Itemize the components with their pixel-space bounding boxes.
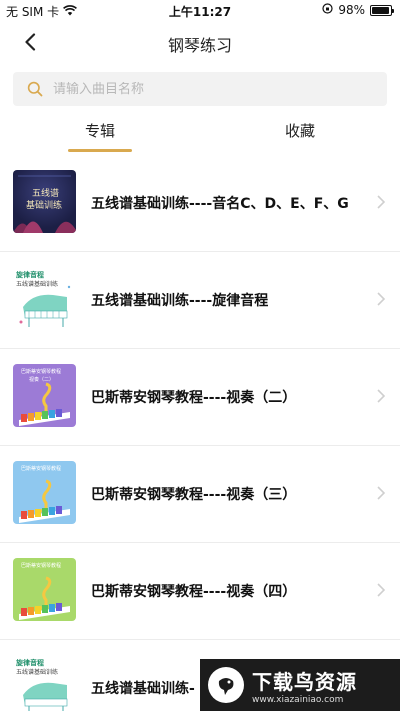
album-title: 巴斯蒂安钢琴教程----视奏（三） xyxy=(91,487,297,503)
album-cover: 巴斯蒂安钢琴教程 xyxy=(13,558,76,621)
album-title: 五线谱基础训练----音名C、D、E、F、G xyxy=(91,196,349,212)
list-item[interactable]: 巴斯蒂安钢琴教程 巴斯蒂安钢琴教程----视奏（四） xyxy=(0,543,400,640)
tab-bar: 专辑 收藏 xyxy=(0,112,400,156)
album-title: 巴斯蒂安钢琴教程----视奏（四） xyxy=(91,584,297,600)
watermark-url: www.xiazainiao.com xyxy=(252,694,344,705)
album-cover: 巴斯蒂安钢琴教程 xyxy=(13,461,76,524)
battery-icon xyxy=(370,4,394,16)
cover-text: 基础训练 xyxy=(26,201,63,211)
list-item[interactable]: 巴斯蒂安钢琴教程 巴斯蒂安钢琴教程----视奏（三） xyxy=(0,446,400,543)
chevron-right-icon xyxy=(377,292,386,306)
watermark-banner: 下载鸟资源 www.xiazainiao.com xyxy=(200,659,400,711)
album-title: 五线谱基础训练----旋律音程 xyxy=(91,293,269,309)
list-item[interactable]: 旋律音程 五线谱基础训练 五线谱基础训练----旋律音程 xyxy=(0,252,400,349)
status-right: 98% xyxy=(322,3,394,17)
tab-album[interactable]: 专辑 xyxy=(85,120,115,141)
status-bar: 无 SIM 卡 上午11:27 98% xyxy=(0,0,400,20)
chevron-right-icon xyxy=(377,583,386,597)
chevron-right-icon xyxy=(377,195,386,209)
nav-bar: 钢琴练习 xyxy=(0,20,400,64)
page-title: 钢琴练习 xyxy=(167,36,232,55)
album-cover: 五线谱 基础训练 xyxy=(13,170,76,233)
tab-favorites[interactable]: 收藏 xyxy=(285,120,315,141)
search-input[interactable] xyxy=(53,81,353,97)
watermark-main: 下载鸟资源 xyxy=(252,669,357,694)
album-cover: 旋律音程 五线谱基础训练 xyxy=(13,655,76,711)
search-icon xyxy=(27,81,43,97)
battery-percent: 98% xyxy=(338,3,365,17)
list-item[interactable]: 巴斯蒂安钢琴教程 视奏（二） 巴斯蒂安钢琴教程----视奏（二） xyxy=(0,349,400,446)
watermark-text: 下载鸟资源 www.xiazainiao.com xyxy=(252,666,357,705)
orientation-lock-icon xyxy=(322,3,333,17)
album-cover: 旋律音程 五线谱基础训练 xyxy=(13,267,76,330)
album-title: 巴斯蒂安钢琴教程----视奏（二） xyxy=(91,390,297,406)
album-cover: 巴斯蒂安钢琴教程 视奏（二） xyxy=(13,364,76,427)
search-bar[interactable] xyxy=(13,72,387,106)
chevron-right-icon xyxy=(377,389,386,403)
album-title: 五线谱基础训练- xyxy=(91,681,195,697)
bird-logo-icon xyxy=(208,667,244,703)
chevron-right-icon xyxy=(377,486,386,500)
list-item[interactable]: 五线谱 基础训练 五线谱基础训练----音名C、D、E、F、G xyxy=(0,155,400,252)
tab-active-indicator xyxy=(68,149,132,152)
